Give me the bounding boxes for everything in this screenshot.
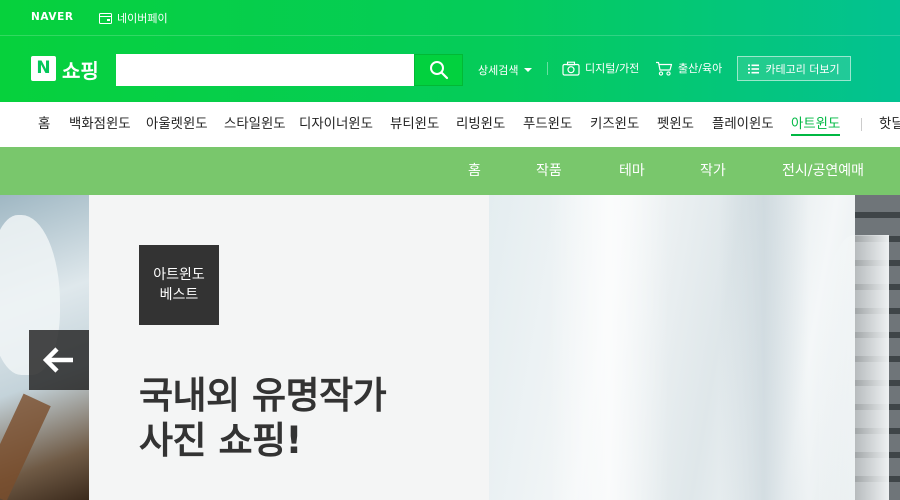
- active-underline: [791, 134, 841, 136]
- nav-item-beauty[interactable]: 뷰티윈도: [390, 102, 439, 147]
- shopping-logo-text[interactable]: 쇼핑: [62, 55, 99, 84]
- camera-icon: [562, 61, 580, 76]
- arrow-left-icon: [43, 347, 73, 373]
- shopping-logo-mark[interactable]: N: [31, 56, 56, 81]
- nav-item-style[interactable]: 스타일윈도: [224, 102, 286, 147]
- prev-slide-button[interactable]: [29, 330, 89, 390]
- nav-label: 플레이윈도: [712, 117, 774, 132]
- caret-down-icon: [524, 68, 533, 72]
- divider: [861, 118, 862, 131]
- subnav-item-artists[interactable]: 작가: [700, 147, 726, 195]
- hero-title: 국내외 유명작가 사진 쇼핑!: [139, 373, 387, 463]
- hero-banner[interactable]: 아트윈도 베스트 국내외 유명작가 사진 쇼핑!: [0, 195, 900, 500]
- nav-label: 핫딜: [879, 117, 900, 132]
- nav-item-outlet[interactable]: 아울렛윈도: [146, 102, 208, 147]
- nav-item-pet[interactable]: 펫윈도: [657, 102, 694, 147]
- art-window-subnav: 홈 작품 테마 작가 전시/공연예매: [0, 147, 900, 195]
- best-badge: 아트윈도 베스트: [139, 245, 219, 325]
- nav-label: 푸드윈도: [523, 117, 573, 132]
- nav-item-art[interactable]: 아트윈도: [791, 102, 841, 147]
- nav-label: 리빙윈도: [456, 117, 506, 132]
- card-icon: [99, 12, 112, 24]
- nav-label: 스타일윈도: [224, 117, 286, 132]
- utility-bar: NAVER 네이버페이: [0, 0, 900, 36]
- nav-label: 아트윈도: [791, 117, 841, 132]
- nav-item-play[interactable]: 플레이윈도: [712, 102, 774, 147]
- naver-logo[interactable]: NAVER: [31, 11, 74, 23]
- window-category-nav: 홈 백화점윈도 아울렛윈도 스타일윈도 디자이너윈도 뷰티윈도 리빙윈도 푸드윈…: [0, 102, 900, 147]
- quick-link-label: 디지털/가전: [585, 62, 640, 75]
- category-more-button[interactable]: 카테고리 더보기: [737, 56, 851, 81]
- badge-line: 베스트: [159, 287, 199, 303]
- image-shape: [0, 393, 51, 500]
- category-more-label: 카테고리 더보기: [765, 62, 840, 76]
- subnav-item-home[interactable]: 홈: [468, 147, 481, 195]
- quick-link-digital[interactable]: 디지털/가전: [562, 60, 639, 76]
- nav-label: 홈: [38, 117, 51, 132]
- photo-detail: [819, 235, 889, 500]
- naver-pay-label: 네이버페이: [117, 12, 168, 25]
- advanced-search-button[interactable]: 상세검색: [478, 62, 533, 78]
- list-icon: [748, 64, 760, 73]
- nav-item-hotdeal[interactable]: 핫딜: [879, 102, 900, 147]
- hero-text-panel: 아트윈도 베스트 국내외 유명작가 사진 쇼핑!: [89, 195, 489, 500]
- top-header: NAVER 네이버페이 N 쇼핑 상세검색 디지털/가전 출산/육아 카테고리 …: [0, 0, 900, 102]
- quick-link-label: 출산/육아: [678, 62, 723, 75]
- nav-label: 디자이너윈도: [299, 117, 373, 132]
- advanced-search-label: 상세검색: [478, 64, 519, 77]
- naver-pay-link[interactable]: 네이버페이: [99, 10, 168, 26]
- photo-detail: [549, 195, 669, 500]
- nav-item-designer[interactable]: 디자이너윈도: [299, 102, 373, 147]
- search-icon: [429, 61, 448, 80]
- nav-label: 뷰티윈도: [390, 117, 440, 132]
- nav-label: 펫윈도: [657, 117, 694, 132]
- nav-label: 키즈윈도: [590, 117, 640, 132]
- nav-item-kids[interactable]: 키즈윈도: [590, 102, 639, 147]
- nav-item-food[interactable]: 푸드윈도: [523, 102, 572, 147]
- subnav-item-themes[interactable]: 테마: [619, 147, 645, 195]
- nav-item-department[interactable]: 백화점윈도: [69, 102, 131, 147]
- subnav-item-works[interactable]: 작품: [536, 147, 562, 195]
- nav-label: 아울렛윈도: [146, 117, 208, 132]
- subnav-item-exhibitions[interactable]: 전시/공연예매: [782, 147, 864, 195]
- nav-item-home[interactable]: 홈: [38, 102, 50, 147]
- nav-label: 백화점윈도: [69, 117, 131, 132]
- hero-photo: [489, 195, 900, 500]
- stroller-icon: [656, 61, 673, 76]
- quick-link-baby[interactable]: 출산/육아: [655, 60, 722, 76]
- search-input[interactable]: [116, 54, 415, 86]
- hero-title-line: 사진 쇼핑!: [139, 419, 302, 462]
- nav-item-living[interactable]: 리빙윈도: [456, 102, 505, 147]
- photo-detail: [719, 195, 809, 500]
- search-button[interactable]: [414, 54, 463, 86]
- divider: [547, 62, 548, 75]
- badge-line: 아트윈도: [153, 267, 205, 283]
- hero-title-line: 국내외 유명작가: [139, 374, 387, 417]
